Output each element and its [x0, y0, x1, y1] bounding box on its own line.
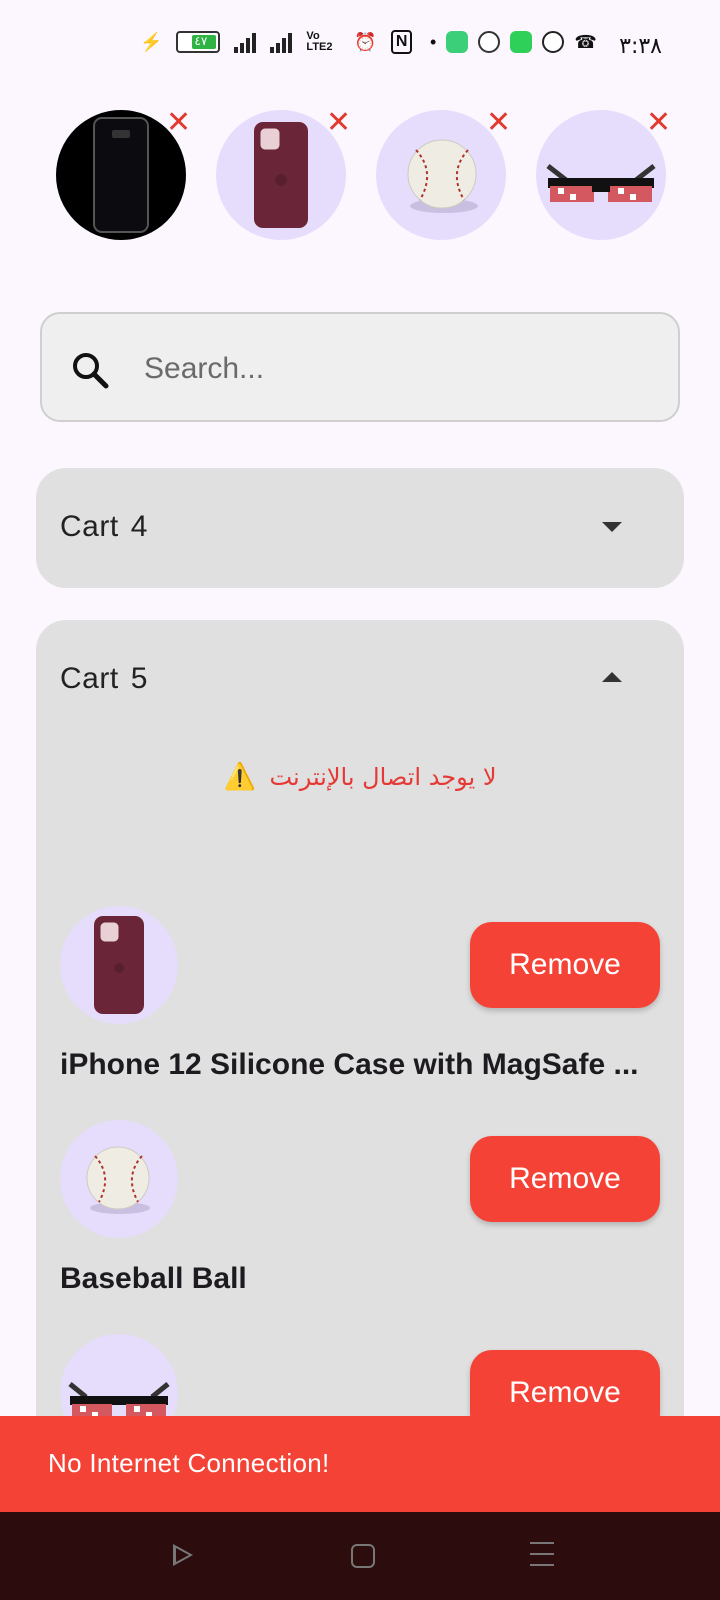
cart-item: Remove iPhone 12 Silicone Case with MagS… [60, 906, 660, 1096]
search-input[interactable] [144, 344, 644, 394]
signal-icon-2 [270, 31, 293, 53]
snackbar-text: No Internet Connection! [48, 1448, 330, 1478]
cart-4-title: Cart 4 [60, 510, 148, 544]
no-internet-snackbar: No Internet Connection! [0, 1416, 720, 1512]
cart-5-title: Cart 5 [60, 662, 148, 696]
search-icon [73, 353, 109, 389]
messages-app-icon [446, 31, 469, 53]
warning-icon: ⚠️ [223, 762, 256, 792]
signal-icon-1 [234, 31, 257, 53]
cart-5-label: Cart [60, 662, 119, 695]
cart-4-header[interactable]: Cart 4 [36, 468, 684, 588]
collapse-chevron-up-icon[interactable] [602, 672, 622, 682]
battery-icon: ٤٧ [176, 31, 221, 53]
status-icons-left: ⚡ ٤٧ Vo LTE2 ⏰ N [140, 30, 413, 54]
expand-chevron-down-icon[interactable] [602, 522, 622, 532]
selected-products-row: ✕ ✕ ✕ ✕ [56, 108, 676, 242]
remove-glasses-x-icon[interactable]: ✕ [646, 108, 671, 138]
battery-level: ٤٧ [194, 34, 208, 48]
clock: ٣:٣٨ [619, 34, 662, 59]
app-8-icon [478, 31, 501, 53]
volte-icon: Vo LTE2 [306, 30, 333, 53]
item-avatar [60, 906, 178, 1024]
offline-warning: ⚠️ لا يوجد اتصال بالإنترنت [36, 762, 684, 792]
cart-5-header[interactable]: Cart 5 [36, 620, 684, 740]
phone-case-icon [94, 916, 144, 1014]
item-avatar [60, 1120, 178, 1238]
alarm-icon: ⏰ [354, 31, 377, 52]
status-icons-right: • ☎ [430, 30, 597, 54]
upload-app-icon [510, 31, 533, 53]
back-triangle-icon[interactable] [173, 1544, 193, 1566]
recents-menu-icon[interactable] [530, 1542, 554, 1568]
cart-panel-4: Cart 4 [36, 468, 684, 588]
baseball-icon [86, 1146, 150, 1214]
remove-case-x-icon[interactable]: ✕ [326, 108, 351, 138]
remove-phone-x-icon[interactable]: ✕ [166, 108, 191, 138]
missed-call-icon: ☎ [574, 31, 597, 52]
home-square-icon[interactable] [351, 1544, 375, 1568]
charging-icon: ⚡ [140, 31, 163, 52]
status-bar: ⚡ ٤٧ Vo LTE2 ⏰ N • ☎ ٣:٣٨ [0, 0, 720, 92]
cart-4-number: 4 [130, 510, 148, 543]
cart-4-label: Cart [60, 510, 119, 543]
item-name: iPhone 12 Silicone Case with MagSafe ... [60, 1048, 639, 1081]
search-bar[interactable] [40, 312, 680, 422]
whatsapp-icon [542, 31, 565, 53]
remove-baseball-x-icon[interactable]: ✕ [486, 108, 511, 138]
dot-icon: • [430, 31, 437, 52]
offline-warning-text: لا يوجد اتصال بالإنترنت [269, 763, 497, 791]
remove-button[interactable]: Remove [470, 922, 660, 1008]
remove-button[interactable]: Remove [470, 1136, 660, 1222]
cart-5-number: 5 [130, 662, 148, 695]
item-name: Baseball Ball [60, 1262, 247, 1295]
system-nav-bar [0, 1512, 720, 1600]
nfc-icon: N [390, 30, 413, 54]
cart-item: Remove Baseball Ball [60, 1120, 660, 1310]
